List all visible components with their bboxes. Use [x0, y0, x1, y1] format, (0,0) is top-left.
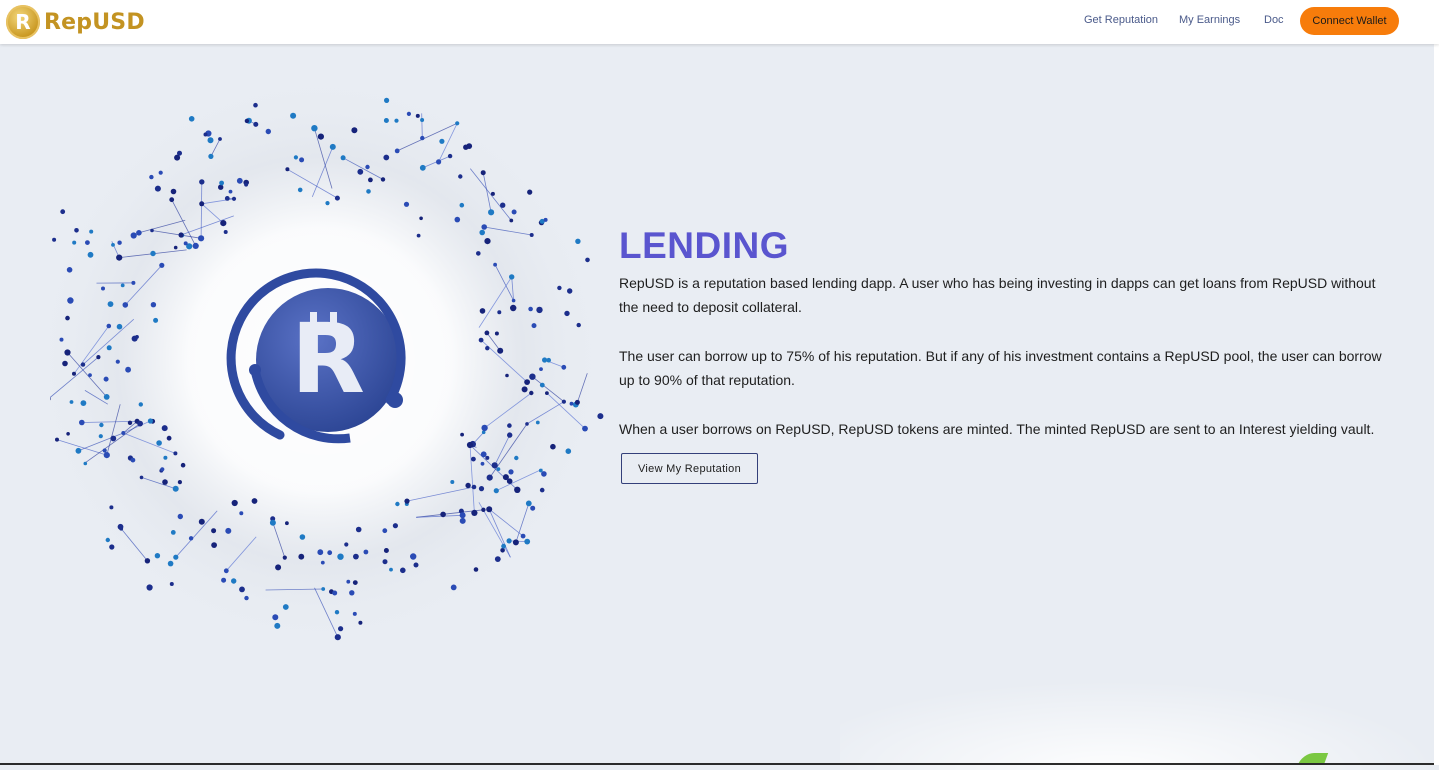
- paragraph-borrow-limits: The user can borrow up to 75% of his rep…: [619, 344, 1389, 392]
- section-title: LENDING: [619, 224, 1389, 268]
- scrollbar-track[interactable]: [1434, 0, 1439, 765]
- hero-illustration: R: [50, 70, 610, 650]
- nav-my-earnings[interactable]: My Earnings: [1179, 14, 1240, 26]
- paragraph-intro: RepUSD is a reputation based lending dap…: [619, 271, 1389, 319]
- brand-logo[interactable]: R RepUSD: [6, 4, 145, 40]
- network-ring-graphic: R: [50, 70, 610, 650]
- paragraph-minting: When a user borrows on RepUSD, RepUSD to…: [619, 417, 1389, 441]
- nav-doc[interactable]: Doc: [1264, 14, 1284, 26]
- connect-wallet-button[interactable]: Connect Wallet: [1300, 7, 1399, 35]
- top-navbar: R RepUSD Get Reputation My Earnings Doc …: [0, 0, 1439, 44]
- repusd-logo-icon: R: [6, 5, 40, 39]
- view-my-reputation-button[interactable]: View My Reputation: [621, 453, 758, 484]
- svg-text:R: R: [291, 303, 365, 415]
- next-section-preview: [840, 680, 1439, 770]
- brand-name: RepUSD: [44, 10, 145, 35]
- lending-section: LENDING RepUSD is a reputation based len…: [619, 224, 1389, 457]
- nav-get-reputation[interactable]: Get Reputation: [1084, 14, 1158, 26]
